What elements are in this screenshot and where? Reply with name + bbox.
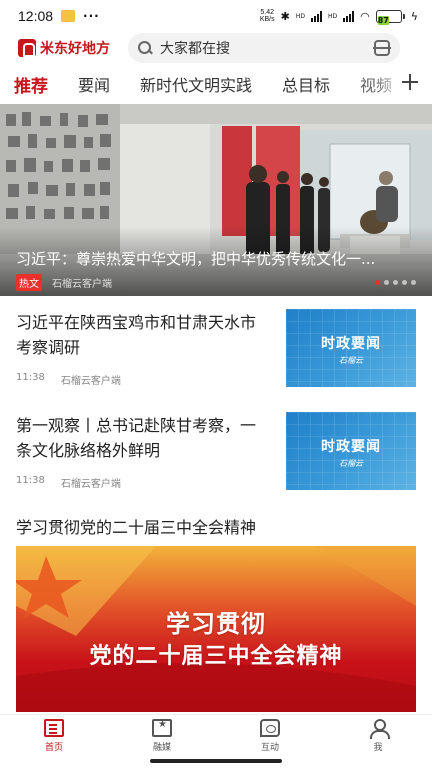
add-channel-icon[interactable] [402,74,418,90]
thumbnail-title: 时政要闻 [321,336,381,352]
app-header: 米东好地方 大家都在搜 [0,32,432,64]
nav-label: 我 [373,742,383,753]
logo-icon [18,39,36,57]
nav-home[interactable]: 首页 [0,715,108,756]
tab-general-goal[interactable]: 总目标 [282,72,330,96]
signal-icon [310,10,322,22]
tab-recommend[interactable]: 推荐 [14,72,48,97]
network-speed-value: 5.42 [260,9,275,16]
app-name: 米东好地方 [40,41,110,57]
bluetooth-icon: ✱ [280,9,290,23]
banner-line-2: 党的二十届三中全会精神 [89,644,343,669]
wifi-icon: ◠ [360,9,370,23]
network-speed-unit: KB/s [259,16,275,23]
status-time: 12:08 [18,8,54,24]
thumbnail-logo: 石榴云 [339,356,363,365]
nav-me[interactable]: 我 [324,715,432,756]
section-banner[interactable]: 学习贯彻 党的二十届三中全会精神 [16,546,416,712]
carousel-dot [393,280,398,285]
bottom-navigation: 首页 融媒 互动 我 [0,714,432,756]
tab-civilization-practice[interactable]: 新时代文明实践 [140,72,252,96]
news-thumbnail[interactable]: 时政要闻 石榴云 [286,309,416,387]
scan-icon[interactable] [373,40,391,56]
app-logo[interactable]: 米东好地方 [18,38,110,58]
carousel-dot [375,280,380,285]
status-bar: 12:08 ··· 5.42 KB/s ✱ HD HD ◠ 87 ϟ [0,0,432,32]
news-source: 石榴云客户端 [60,479,121,490]
hero-meta: 热文 石榴云客户端 [16,274,112,291]
nav-label: 互动 [260,742,279,753]
news-title[interactable]: 第一观察丨总书记赴陕甘考察，一条文化脉络格外鲜明 [16,413,268,463]
search-icon [138,41,152,55]
network-speed: 5.42 KB/s [260,9,275,23]
carousel-dot [402,280,407,285]
home-icon [44,718,64,737]
thumbnail-title: 时政要闻 [321,439,381,455]
carousel-indicator [375,280,416,285]
gesture-bar[interactable] [0,756,432,768]
news-title[interactable]: 习近平在陕西宝鸡市和甘肃天水市考察调研 [16,310,268,360]
carousel-dot [384,280,389,285]
charging-icon: ϟ [410,9,418,23]
hd-label-1: HD [295,12,305,20]
user-icon [369,718,390,739]
news-item[interactable]: 第一观察丨总书记赴陕甘考察，一条文化脉络格外鲜明 11:38 石榴云客户端 时政… [16,412,416,491]
nav-label: 首页 [44,742,63,753]
banner-line-1: 学习贯彻 [166,610,266,638]
media-icon [152,718,172,737]
nav-label: 融媒 [152,742,171,753]
carousel-dot [411,280,416,285]
hero-carousel[interactable]: 习近平：尊崇热爱中华文明，把中华优秀传统文化一... 热文 石榴云客户端 [0,104,432,296]
search-bar[interactable]: 大家都在搜 [128,33,400,63]
hero-title[interactable]: 习近平：尊崇热爱中华文明，把中华优秀传统文化一... [16,248,418,269]
more-notifications-icon: ··· [83,9,100,23]
thumbnail-logo: 石榴云 [339,459,363,468]
battery-icon: 87 [375,9,405,25]
news-item[interactable]: 习近平在陕西宝鸡市和甘肃天水市考察调研 11:38 石榴云客户端 时政要闻 石榴… [16,309,416,388]
search-placeholder: 大家都在搜 [160,41,230,57]
nav-media[interactable]: 融媒 [108,715,216,756]
news-time: 11:38 [16,372,45,383]
hd-label-2: HD [327,12,338,20]
section-title[interactable]: 学习贯彻党的二十届三中全会精神 [16,514,256,538]
hot-badge: 热文 [16,274,42,291]
news-meta: 11:38 石榴云客户端 [16,475,121,490]
nav-interact[interactable]: 互动 [216,715,324,756]
signal-icon-2 [343,10,355,22]
hero-source: 石榴云客户端 [52,279,112,290]
news-thumbnail[interactable]: 时政要闻 石榴云 [286,412,416,490]
tab-headlines[interactable]: 要闻 [78,72,110,96]
notification-icon [61,10,76,22]
channel-tabs: 推荐 要闻 新时代文明实践 总目标 视频 [0,64,432,104]
news-source: 石榴云客户端 [60,376,121,387]
news-meta: 11:38 石榴云客户端 [16,372,121,387]
news-time: 11:38 [16,475,45,486]
interact-icon [260,718,280,737]
battery-level: 87 [377,15,389,25]
